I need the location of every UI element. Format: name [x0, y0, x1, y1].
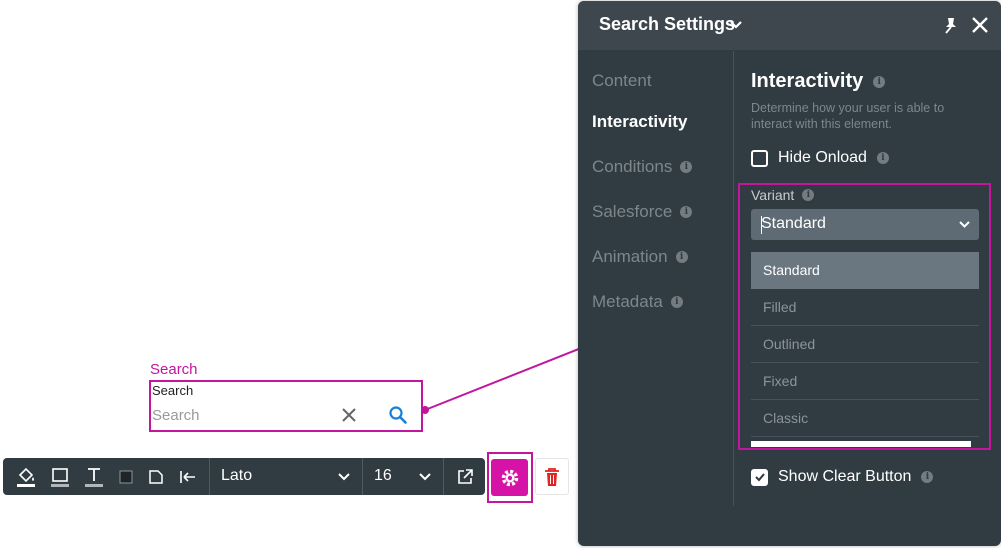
text-icon: [85, 467, 103, 487]
hide-onload-label: Hide Onload: [778, 149, 867, 166]
nav-label: Animation: [592, 247, 668, 266]
align-left-button[interactable]: [171, 458, 205, 495]
border-color-button[interactable]: [43, 458, 77, 495]
border-icon: [51, 467, 69, 487]
checkmark-icon: [754, 473, 765, 482]
settings-button[interactable]: [491, 459, 528, 496]
chevron-down-icon[interactable]: [418, 470, 432, 484]
panel-title[interactable]: Search Settings: [599, 14, 735, 35]
corner-icon: [149, 469, 163, 484]
show-clear-label: Show Clear Button: [778, 468, 912, 485]
info-icon[interactable]: i: [680, 206, 693, 218]
shadow-button[interactable]: [111, 458, 141, 495]
panel-header: Search Settings: [578, 1, 1001, 50]
section-title-text: Interactivity: [751, 70, 864, 92]
info-icon[interactable]: i: [675, 251, 688, 263]
nav-label: Salesforce: [592, 202, 673, 221]
align-left-icon: [180, 470, 195, 483]
nav-label: Interactivity: [592, 112, 688, 131]
nav-label: Metadata: [592, 292, 663, 311]
delete-button[interactable]: [535, 458, 569, 495]
toolbar-divider: [209, 458, 210, 495]
section-title: Interactivity i: [751, 70, 886, 93]
element-toolbar: Lato 16: [3, 458, 485, 495]
clear-icon[interactable]: [340, 406, 358, 424]
nav-interactivity[interactable]: Interactivity: [592, 112, 687, 132]
nav-content[interactable]: Content: [592, 71, 652, 91]
hide-onload-row[interactable]: Hide Onload i: [751, 149, 889, 167]
close-icon[interactable]: [970, 15, 990, 35]
nav-divider: [733, 51, 734, 506]
font-family-select[interactable]: Lato: [221, 467, 252, 485]
nav-label: Conditions: [592, 157, 673, 176]
nav-metadata[interactable]: Metadata i: [592, 292, 683, 312]
nav-conditions[interactable]: Conditions i: [592, 157, 693, 177]
external-link-icon: [458, 468, 473, 484]
search-element-selection[interactable]: Search Search: [149, 380, 423, 432]
gear-icon: [501, 469, 518, 486]
corner-radius-button[interactable]: [141, 458, 171, 495]
section-description: Determine how your user is able to inter…: [751, 101, 945, 131]
search-inner-label: Search: [152, 383, 194, 398]
info-icon[interactable]: i: [680, 161, 693, 173]
chevron-down-icon[interactable]: [729, 18, 743, 32]
info-icon[interactable]: i: [876, 152, 889, 164]
info-icon[interactable]: i: [670, 296, 683, 308]
search-icon[interactable]: [388, 405, 408, 425]
paint-bucket-icon: [17, 467, 35, 487]
show-clear-row[interactable]: Show Clear Button i: [751, 468, 934, 486]
chevron-down-icon[interactable]: [337, 470, 351, 484]
text-color-button[interactable]: [77, 458, 111, 495]
nav-animation[interactable]: Animation i: [592, 247, 688, 267]
toolbar-divider: [362, 458, 363, 495]
hide-onload-checkbox[interactable]: [751, 149, 768, 167]
canvas-element-label: Search: [150, 361, 198, 378]
fill-color-button[interactable]: [9, 458, 43, 495]
variant-highlight: [738, 183, 991, 450]
search-input[interactable]: Search: [152, 407, 200, 424]
info-icon[interactable]: i: [873, 75, 886, 88]
trash-icon: [545, 467, 559, 486]
info-icon[interactable]: i: [921, 471, 934, 483]
font-size-select[interactable]: 16: [374, 467, 392, 485]
show-clear-checkbox[interactable]: [751, 468, 768, 486]
open-external-button[interactable]: [446, 458, 484, 495]
nav-salesforce[interactable]: Salesforce i: [592, 202, 693, 222]
pin-icon[interactable]: [942, 16, 960, 34]
toolbar-divider: [443, 458, 444, 495]
square-icon: [119, 470, 133, 483]
nav-label: Content: [592, 71, 652, 90]
